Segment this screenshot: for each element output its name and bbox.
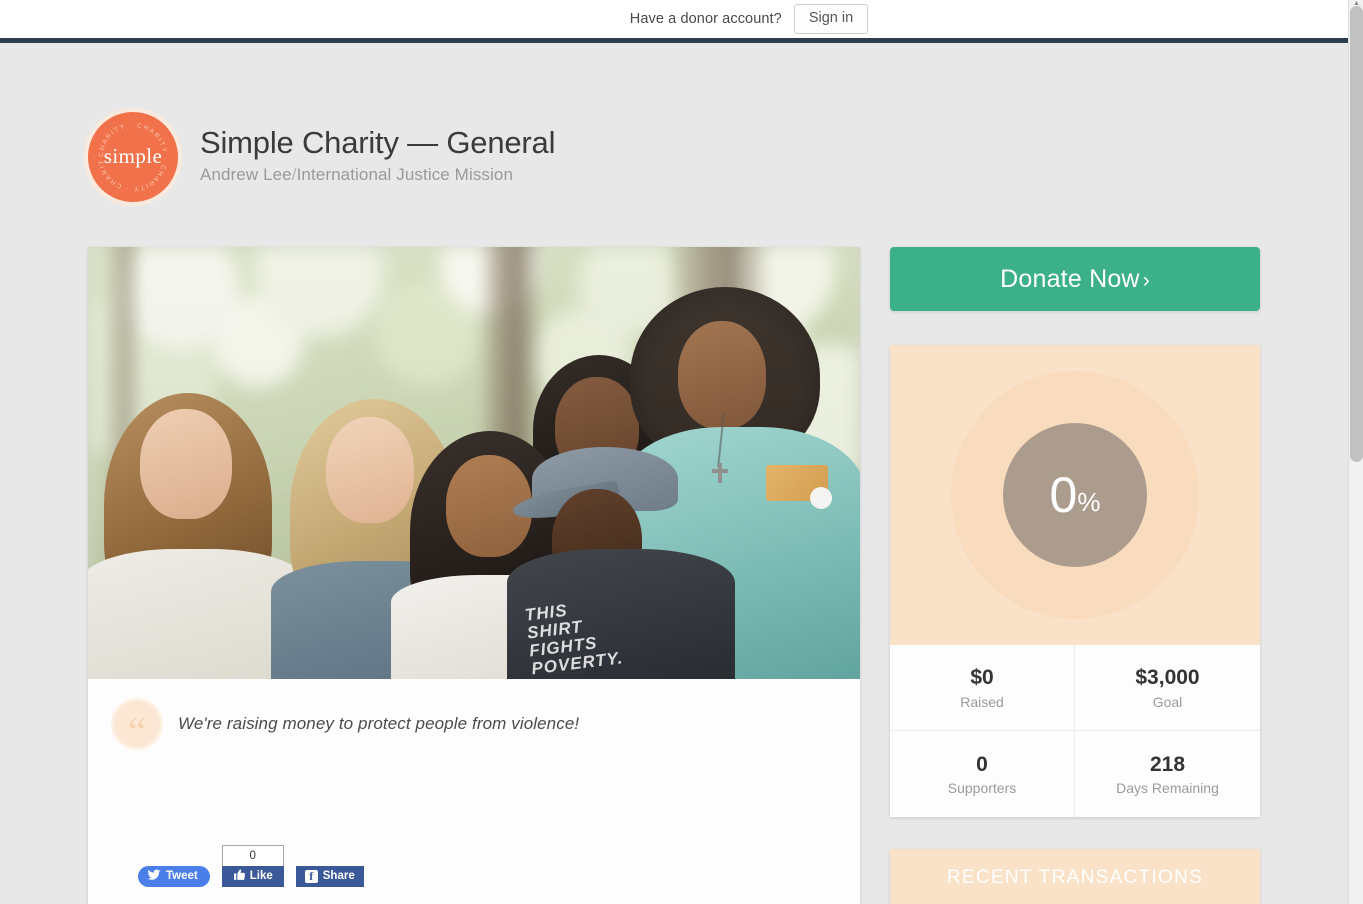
top-utility-bar: Have a donor account? Sign in [0,0,1348,38]
stat-label: Raised [960,693,1004,710]
logo-wordmark: simple [103,144,163,168]
tweet-button[interactable]: Tweet [138,866,210,887]
facebook-icon: f [304,870,318,883]
social-share-bar: Tweet 0 Like f Share [88,767,860,887]
donate-label: Donate Now [1000,264,1140,293]
sign-in-button[interactable]: Sign in [793,4,869,34]
page-body: CHARITY · CHARITY · CHARITY · CHARITY · … [0,43,1348,904]
campaign-byline: Andrew Lee/International Justice Mission [200,165,555,185]
progress-percent-circle: 0% [1003,423,1147,567]
stat-label: Supporters [947,780,1017,797]
stat-days-remaining: 218 Days Remaining [1075,731,1260,817]
campaign-organization[interactable]: International Justice Mission [297,165,513,184]
thumbs-up-icon [233,868,246,885]
campaign-header: CHARITY · CHARITY · CHARITY · CHARITY · … [88,111,1260,203]
stat-value: $3,000 [1135,666,1200,690]
quote-text: We're raising money to protect people fr… [178,714,580,733]
donor-account-group: Have a donor account? Sign in [629,4,869,34]
donor-account-prompt: Have a donor account? [629,11,782,27]
content-container: CHARITY · CHARITY · CHARITY · CHARITY · … [88,43,1260,904]
chevron-right-icon: › [1142,268,1150,292]
stat-raised: $0 Raised [890,645,1075,731]
progress-card: 0% $0 Raised $3,000 Goal 0 Supporters 21… [890,345,1260,817]
facebook-like-button[interactable]: Like [221,866,284,887]
stat-value: 0 [976,752,988,776]
stat-goal: $3,000 Goal [1075,645,1260,731]
facebook-share-button[interactable]: f Share [295,866,364,887]
scrollbar-thumb[interactable] [1350,6,1363,462]
stat-supporters: 0 Supporters [890,731,1075,817]
page-title: Simple Charity — General [200,125,556,161]
stat-label: Days Remaining [1116,780,1219,797]
campaign-quote: “ We're raising money to protect people … [88,679,860,767]
stat-label: Goal [1152,693,1183,710]
campaign-card: THIS SHIRT FIGHTS POVERTY. “ We're raisi… [88,247,860,904]
like-count: 0 [221,844,284,866]
main-columns: THIS SHIRT FIGHTS POVERTY. “ We're raisi… [88,247,1260,904]
share-label: Share [322,869,355,882]
recent-transactions-heading: RECENT TRANSACTIONS [890,849,1260,904]
campaign-stats-grid: $0 Raised $3,000 Goal 0 Supporters 218 D… [890,645,1260,817]
percent-sign: % [1077,487,1101,517]
stat-value: 218 [1149,752,1186,776]
campaign-logo: CHARITY · CHARITY · CHARITY · CHARITY · … [88,112,178,202]
main-column: THIS SHIRT FIGHTS POVERTY. “ We're raisi… [88,247,860,904]
campaign-title-block: Simple Charity — General Andrew Lee/Inte… [200,125,555,189]
sidebar-column: Donate Now › 0% $0 Raised $3,000 Goal 0 … [890,247,1260,904]
campaign-owner[interactable]: Andrew Lee [200,165,292,184]
hero-photo: THIS SHIRT FIGHTS POVERTY. [88,247,860,679]
page-scrollbar[interactable]: ▲ [1348,0,1363,904]
stat-value: $0 [970,666,994,690]
recent-transactions-card: RECENT TRANSACTIONS [890,849,1260,904]
facebook-like-group: 0 Like [221,844,284,887]
donate-now-button[interactable]: Donate Now › [890,247,1260,311]
twitter-icon [147,868,161,886]
person-figure: THIS SHIRT FIGHTS POVERTY. [506,441,736,679]
progress-visual: 0% [890,345,1260,645]
like-label: Like [249,869,273,882]
tweet-label: Tweet [166,869,198,882]
quote-icon: “ [114,701,160,752]
progress-percent-value: 0 [1049,467,1078,523]
shirt-slogan: THIS SHIRT FIGHTS POVERTY. [523,600,625,679]
